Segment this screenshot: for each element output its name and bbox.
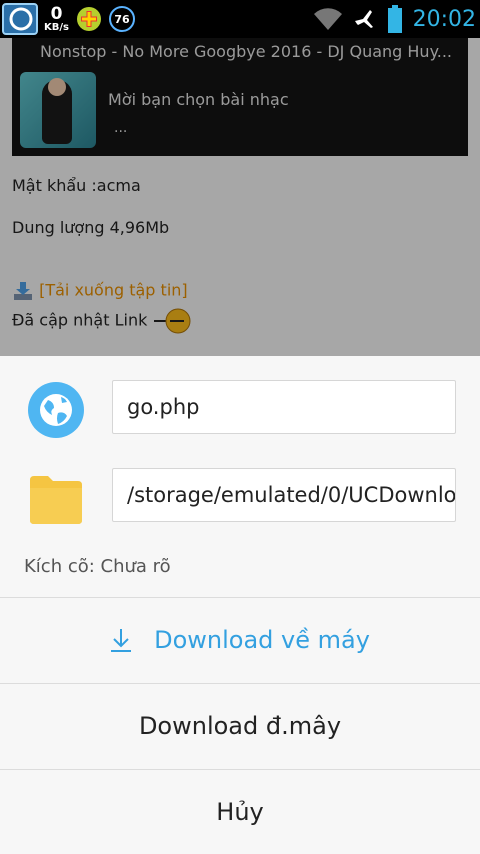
download-dialog: go.php /storage/emulated/0/UCDownloads K… [0, 356, 480, 854]
battery-icon [387, 5, 403, 33]
cancel-label: Hủy [216, 798, 264, 826]
speed-value: 0 [50, 3, 63, 24]
download-icon [111, 629, 132, 652]
clock: 20:02 [412, 6, 476, 32]
download-to-device-label: Download về máy [154, 626, 370, 654]
network-speed: 0 KB/s [44, 3, 69, 33]
notification-badge: 76 [108, 6, 135, 32]
status-bar: 0 KB/s 76 20:02 [0, 0, 480, 38]
cancel-button[interactable]: Hủy [0, 770, 480, 854]
airplane-icon [353, 7, 377, 31]
file-size-label: Kích cõ: Chưa rõ [24, 556, 171, 577]
download-to-cloud-label: Download đ.mây [138, 712, 342, 740]
globe-icon [28, 382, 84, 438]
wifi-icon [313, 6, 343, 32]
dim-overlay[interactable] [0, 38, 480, 356]
uc-browser-icon [2, 3, 38, 35]
save-path-input[interactable]: /storage/emulated/0/UCDownloads [112, 468, 456, 522]
download-to-cloud-button[interactable]: Download đ.mây [0, 684, 480, 768]
plus-app-icon [75, 5, 103, 33]
speed-unit: KB/s [44, 21, 69, 33]
folder-icon [30, 476, 82, 524]
filename-input[interactable]: go.php [112, 380, 456, 434]
download-to-device-button[interactable]: Download về máy [0, 598, 480, 682]
